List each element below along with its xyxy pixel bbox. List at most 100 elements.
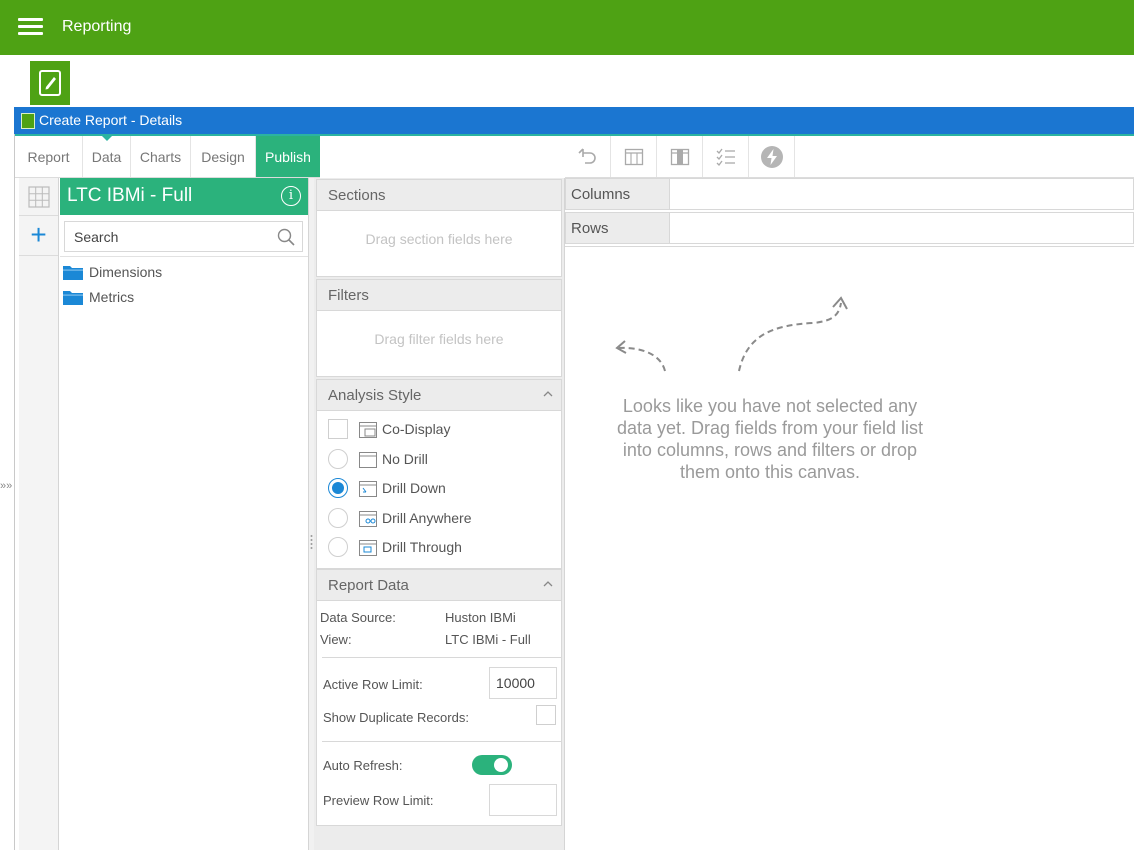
left-tool-rail: +: [19, 178, 59, 850]
sections-drop-zone[interactable]: Drag section fields here: [316, 211, 562, 277]
search-icon[interactable]: [277, 228, 295, 246]
info-icon[interactable]: i: [281, 186, 301, 206]
field-grid-button[interactable]: [19, 178, 58, 216]
show-duplicates-checkbox[interactable]: [536, 705, 556, 725]
tab-label: Data: [91, 148, 122, 165]
report-options-panel: Sections Drag section fields here Filter…: [314, 178, 565, 850]
co-display-checkbox[interactable]: [328, 419, 348, 439]
drag-handle-icon[interactable]: [310, 534, 313, 550]
tab-label: Publish: [265, 148, 311, 165]
divider: [322, 741, 562, 742]
tab-label: Charts: [139, 148, 182, 165]
pencil-icon: [39, 70, 61, 96]
option-label: Co-Display: [382, 421, 451, 437]
analysis-style-body: Co-Display No Drill Drill Down Drill Any…: [316, 411, 562, 569]
active-row-limit-label: Active Row Limit:: [323, 677, 423, 692]
no-drill-radio[interactable]: [328, 449, 348, 469]
folder-label: Dimensions: [89, 264, 163, 280]
report-data-header[interactable]: Report Data: [316, 569, 562, 601]
option-drill-down[interactable]: Drill Down: [327, 477, 557, 501]
no-drill-icon: [359, 452, 377, 468]
auto-refresh-label: Auto Refresh:: [323, 758, 403, 773]
report-data-body: Data Source: Huston IBMi View: LTC IBMi …: [316, 601, 562, 826]
option-label: Drill Down: [382, 480, 446, 496]
tab-label: Design: [201, 148, 245, 165]
report-toolbar: [565, 136, 1134, 178]
hamburger-menu-icon[interactable]: [18, 18, 43, 36]
view-label: View:: [320, 632, 352, 647]
filters-header: Filters: [316, 279, 562, 311]
plus-icon: +: [30, 219, 47, 250]
co-display-icon: [359, 422, 377, 438]
split-layout-button[interactable]: [657, 136, 703, 177]
grid-icon: [27, 185, 50, 208]
checklist-button[interactable]: [703, 136, 749, 177]
drill-through-radio[interactable]: [328, 537, 348, 557]
option-co-display[interactable]: Co-Display: [327, 418, 557, 442]
divider: [60, 256, 308, 257]
edit-report-button[interactable]: [30, 61, 70, 105]
drill-anywhere-icon: [359, 511, 377, 527]
option-label: Drill Through: [382, 539, 462, 555]
columns-drop-zone[interactable]: [670, 178, 1134, 210]
tab-data[interactable]: Data: [83, 136, 131, 177]
active-step-caret: [101, 136, 112, 141]
app-title: Reporting: [62, 18, 132, 35]
view-value: LTC IBMi - Full: [445, 632, 531, 647]
checklist-icon: [716, 148, 735, 166]
curved-arrow-left-icon: [615, 340, 666, 372]
empty-canvas-message: Looks like you have not selected any dat…: [616, 396, 924, 482]
window-title-bar: Create Report - Details: [14, 107, 1134, 134]
analysis-style-header[interactable]: Analysis Style: [316, 379, 562, 411]
table-columns-icon: [624, 148, 643, 165]
undo-button[interactable]: [565, 136, 611, 177]
folder-dimensions[interactable]: Dimensions: [60, 262, 308, 284]
preview-row-limit-input[interactable]: [489, 784, 557, 816]
app-header: [0, 0, 1134, 55]
chevron-up-icon[interactable]: [543, 579, 553, 589]
field-list-panel: LTC IBMi - Full i Dimensions Metrics: [60, 178, 309, 850]
tab-report[interactable]: Report: [15, 136, 83, 177]
folder-icon: [63, 266, 83, 280]
tab-publish[interactable]: Publish: [256, 136, 320, 177]
option-no-drill[interactable]: No Drill: [327, 448, 557, 472]
option-drill-anywhere[interactable]: Drill Anywhere: [327, 507, 557, 531]
rows-drop-zone[interactable]: [670, 212, 1134, 244]
rows-label: Rows: [565, 212, 670, 244]
tab-design[interactable]: Design: [191, 136, 256, 177]
divider: [322, 657, 562, 658]
search-input[interactable]: [65, 222, 270, 251]
analysis-style-title: Analysis Style: [328, 387, 422, 404]
table-split-icon: [670, 148, 689, 165]
expand-panel-icon[interactable]: »»: [0, 480, 12, 492]
show-duplicates-label: Show Duplicate Records:: [323, 710, 469, 725]
undo-icon: [577, 147, 596, 164]
filters-drop-zone[interactable]: Drag filter fields here: [316, 311, 562, 377]
chevron-up-icon[interactable]: [543, 389, 553, 399]
view-header: LTC IBMi - Full i: [60, 178, 308, 215]
active-row-limit-input[interactable]: [489, 667, 557, 699]
columns-layout-button[interactable]: [611, 136, 657, 177]
curved-arrow-up-icon: [738, 296, 848, 372]
auto-refresh-toggle[interactable]: [472, 755, 512, 775]
drill-through-icon: [359, 540, 377, 556]
preview-row-limit-label: Preview Row Limit:: [323, 793, 434, 808]
data-source-label: Data Source:: [320, 610, 396, 625]
folder-label: Metrics: [89, 289, 135, 305]
window-left-border: [14, 134, 15, 850]
tab-charts[interactable]: Charts: [131, 136, 191, 177]
drill-anywhere-radio[interactable]: [328, 508, 348, 528]
report-canvas[interactable]: Looks like you have not selected any dat…: [565, 246, 1134, 850]
add-field-button[interactable]: +: [19, 216, 58, 256]
quick-action-button[interactable]: [749, 136, 795, 177]
lightning-icon: [760, 145, 783, 168]
window-title: Create Report - Details: [39, 112, 183, 128]
report-document-icon: [21, 113, 35, 129]
view-title: LTC IBMi - Full: [67, 185, 193, 206]
option-label: No Drill: [382, 451, 428, 467]
tab-bar: Report Data Charts Design Publish: [15, 136, 320, 178]
folder-metrics[interactable]: Metrics: [60, 287, 308, 309]
option-drill-through[interactable]: Drill Through: [327, 536, 557, 560]
drill-down-radio[interactable]: [328, 478, 348, 498]
folder-icon: [63, 291, 83, 305]
